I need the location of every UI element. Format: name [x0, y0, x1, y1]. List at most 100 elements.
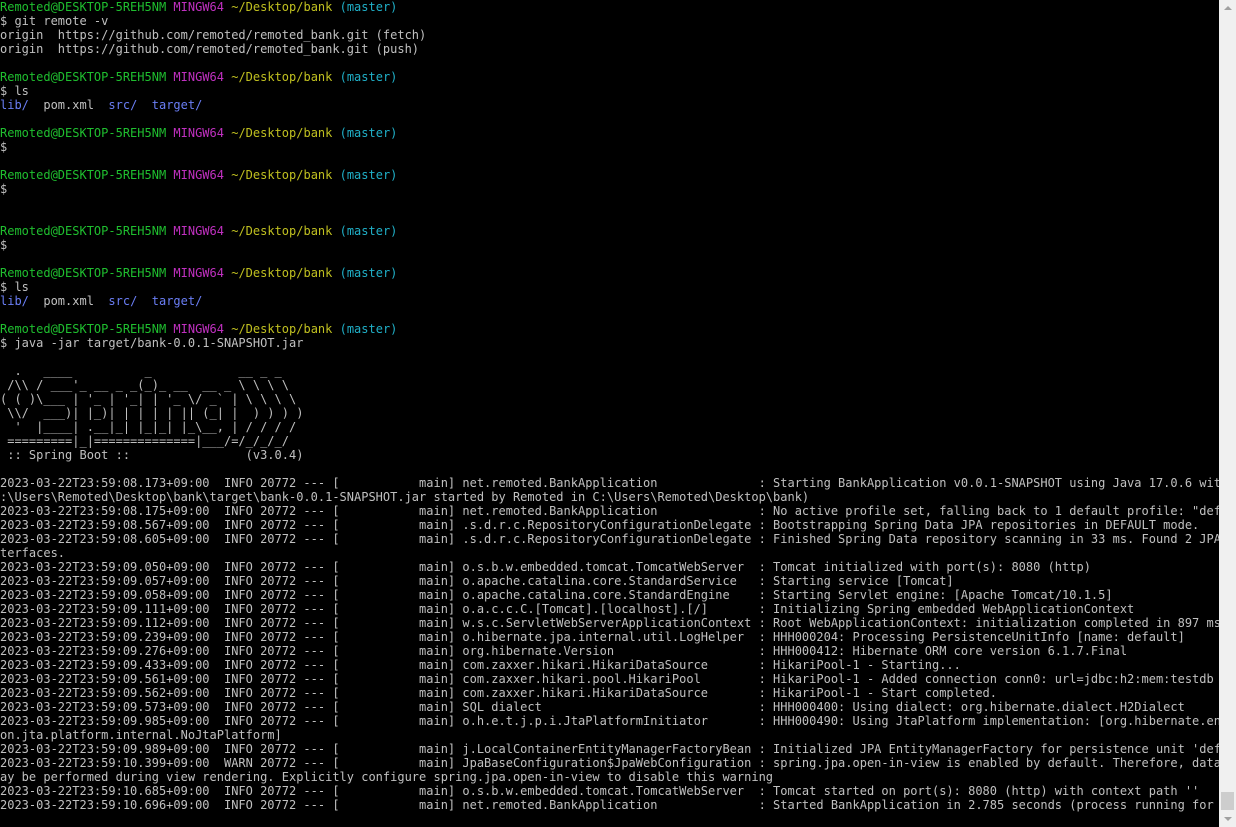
- terminal-text-segment: ~/Desktop/bank: [231, 0, 333, 14]
- terminal-line: on.jta.platform.internal.NoJtaPlatform]: [0, 728, 1219, 742]
- terminal-line: Remoted@DESKTOP-5REH5NM MINGW64 ~/Deskto…: [0, 322, 1219, 336]
- terminal-line: \\/ ___)| |_)| | | | | || (_| | ) ) ) ): [0, 406, 1219, 420]
- terminal-line: . ____ _ __ _ _: [0, 364, 1219, 378]
- scroll-down-arrow-icon[interactable]: [1219, 810, 1236, 827]
- terminal-text-segment: 2023-03-22T23:59:09.433+09:00 INFO 20772…: [0, 658, 961, 672]
- terminal-text-segment: =========|_|==============|___/=/_/_/_/: [0, 434, 289, 448]
- terminal-text-segment: $ ls: [0, 84, 29, 98]
- terminal-line: :: Spring Boot :: (v3.0.4): [0, 448, 1219, 462]
- terminal-text-segment: /\\ / ___'_ __ _ _(_)_ __ __ _ \ \ \ \: [0, 378, 289, 392]
- terminal-text-segment: (master): [339, 322, 398, 336]
- terminal-text-segment: 2023-03-22T23:59:09.276+09:00 INFO 20772…: [0, 644, 1128, 658]
- terminal-line: 2023-03-22T23:59:09.989+09:00 INFO 20772…: [0, 742, 1219, 756]
- terminal-text-segment: src/: [108, 294, 138, 308]
- terminal-text-segment: Remoted@DESKTOP-5REH5NM: [0, 224, 167, 238]
- terminal-line: 2023-03-22T23:59:09.057+09:00 INFO 20772…: [0, 574, 1219, 588]
- terminal-text-segment: (master): [339, 126, 398, 140]
- terminal-text-segment: Remoted@DESKTOP-5REH5NM: [0, 0, 167, 14]
- terminal-line: Remoted@DESKTOP-5REH5NM MINGW64 ~/Deskto…: [0, 224, 1219, 238]
- terminal-text-segment: 2023-03-22T23:59:08.175+09:00 INFO 20772…: [0, 504, 1219, 518]
- terminal-text-segment: $: [0, 182, 8, 196]
- terminal-line: :\Users\Remoted\Desktop\bank\target\bank…: [0, 490, 1219, 504]
- terminal-line: $ git remote -v: [0, 14, 1219, 28]
- terminal-line: Remoted@DESKTOP-5REH5NM MINGW64 ~/Deskto…: [0, 266, 1219, 280]
- terminal-text-segment: (master): [339, 266, 398, 280]
- terminal-text-segment: 2023-03-22T23:59:09.573+09:00 INFO 20772…: [0, 700, 1185, 714]
- terminal-text-segment: ~/Desktop/bank: [231, 322, 333, 336]
- terminal-text-segment: :: Spring Boot :: (v3.0.4): [0, 448, 304, 462]
- terminal-line: =========|_|==============|___/=/_/_/_/: [0, 434, 1219, 448]
- terminal-line: $ ls: [0, 84, 1219, 98]
- terminal-text-segment: MINGW64: [173, 168, 224, 182]
- terminal-text-segment: ~/Desktop/bank: [231, 70, 333, 84]
- scroll-up-arrow-icon[interactable]: [1219, 0, 1236, 17]
- vertical-scrollbar[interactable]: [1219, 0, 1236, 827]
- terminal-text-segment: 2023-03-22T23:59:09.561+09:00 INFO 20772…: [0, 672, 1219, 686]
- terminal-text-segment: \\/ ___)| |_)| | | | | || (_| | ) ) ) ): [0, 406, 304, 420]
- terminal-text-segment: 2023-03-22T23:59:08.173+09:00 INFO 20772…: [0, 476, 1219, 490]
- terminal-text-segment: Remoted@DESKTOP-5REH5NM: [0, 168, 167, 182]
- terminal-text-segment: origin https://github.com/remoted/remote…: [0, 28, 427, 42]
- terminal-window[interactable]: Remoted@DESKTOP-5REH5NM MINGW64 ~/Deskto…: [0, 0, 1219, 827]
- terminal-text-segment: ay be performed during view rendering. E…: [0, 770, 774, 784]
- terminal-text-segment: 2023-03-22T23:59:09.058+09:00 INFO 20772…: [0, 588, 1113, 602]
- terminal-text-segment: $ java -jar target/bank-0.0.1-SNAPSHOT.j…: [0, 336, 304, 350]
- terminal-output: Remoted@DESKTOP-5REH5NM MINGW64 ~/Deskto…: [0, 0, 1219, 812]
- terminal-line: 2023-03-22T23:59:09.050+09:00 INFO 20772…: [0, 560, 1219, 574]
- scrollbar-thumb[interactable]: [1221, 792, 1234, 810]
- terminal-line: $ java -jar target/bank-0.0.1-SNAPSHOT.j…: [0, 336, 1219, 350]
- terminal-text-segment: pom.xml: [28, 294, 109, 308]
- terminal-line: Remoted@DESKTOP-5REH5NM MINGW64 ~/Deskto…: [0, 0, 1219, 14]
- terminal-text-segment: lib/: [0, 98, 29, 112]
- terminal-text-segment: 2023-03-22T23:59:09.562+09:00 INFO 20772…: [0, 686, 997, 700]
- terminal-text-segment: Remoted@DESKTOP-5REH5NM: [0, 70, 167, 84]
- terminal-line: 2023-03-22T23:59:09.276+09:00 INFO 20772…: [0, 644, 1219, 658]
- terminal-line: 2023-03-22T23:59:09.111+09:00 INFO 20772…: [0, 602, 1219, 616]
- terminal-text-segment: 2023-03-22T23:59:09.111+09:00 INFO 20772…: [0, 602, 1135, 616]
- terminal-line: 2023-03-22T23:59:08.173+09:00 INFO 20772…: [0, 476, 1219, 490]
- terminal-text-segment: 2023-03-22T23:59:09.112+09:00 INFO 20772…: [0, 616, 1219, 630]
- terminal-text-segment: . ____ _ __ _ _: [0, 364, 282, 378]
- terminal-text-segment: 2023-03-22T23:59:08.567+09:00 INFO 20772…: [0, 518, 1200, 532]
- terminal-text-segment: 2023-03-22T23:59:09.985+09:00 INFO 20772…: [0, 714, 1219, 728]
- terminal-line: 2023-03-22T23:59:09.985+09:00 INFO 20772…: [0, 714, 1219, 728]
- terminal-line: 2023-03-22T23:59:08.175+09:00 INFO 20772…: [0, 504, 1219, 518]
- terminal-text-segment: 2023-03-22T23:59:10.685+09:00 INFO 20772…: [0, 784, 1200, 798]
- terminal-text-segment: Remoted@DESKTOP-5REH5NM: [0, 126, 167, 140]
- terminal-line: ay be performed during view rendering. E…: [0, 770, 1219, 784]
- terminal-line: ' |____| .__|_| |_|_| |_\__, | / / / /: [0, 420, 1219, 434]
- terminal-line: ( ( )\___ | '_ | '_| | '_ \/ _` | \ \ \ …: [0, 392, 1219, 406]
- terminal-line: 2023-03-22T23:59:09.573+09:00 INFO 20772…: [0, 700, 1219, 714]
- terminal-line: 2023-03-22T23:59:10.399+09:00 WARN 20772…: [0, 756, 1219, 770]
- terminal-text-segment: target/: [151, 294, 203, 308]
- terminal-line: lib/ pom.xml src/ target/: [0, 294, 1219, 308]
- terminal-line: 2023-03-22T23:59:10.685+09:00 INFO 20772…: [0, 784, 1219, 798]
- terminal-text-segment: $ ls: [0, 280, 29, 294]
- terminal-line: 2023-03-22T23:59:09.239+09:00 INFO 20772…: [0, 630, 1219, 644]
- terminal-text-segment: 2023-03-22T23:59:10.696+09:00 INFO 20772…: [0, 798, 1219, 812]
- terminal-line: origin https://github.com/remoted/remote…: [0, 42, 1219, 56]
- terminal-text-segment: (master): [339, 70, 398, 84]
- terminal-text-segment: $: [0, 140, 8, 154]
- terminal-line: 2023-03-22T23:59:08.605+09:00 INFO 20772…: [0, 532, 1219, 546]
- terminal-text-segment: 2023-03-22T23:59:09.239+09:00 INFO 20772…: [0, 630, 1185, 644]
- terminal-line: $: [0, 182, 1219, 196]
- terminal-text-segment: 2023-03-22T23:59:09.989+09:00 INFO 20772…: [0, 742, 1219, 756]
- terminal-line: 2023-03-22T23:59:09.433+09:00 INFO 20772…: [0, 658, 1219, 672]
- terminal-text-segment: origin https://github.com/remoted/remote…: [0, 42, 420, 56]
- terminal-text-segment: (master): [339, 168, 398, 182]
- terminal-line: 2023-03-22T23:59:09.058+09:00 INFO 20772…: [0, 588, 1219, 602]
- terminal-line: lib/ pom.xml src/ target/: [0, 98, 1219, 112]
- terminal-line: Remoted@DESKTOP-5REH5NM MINGW64 ~/Deskto…: [0, 168, 1219, 182]
